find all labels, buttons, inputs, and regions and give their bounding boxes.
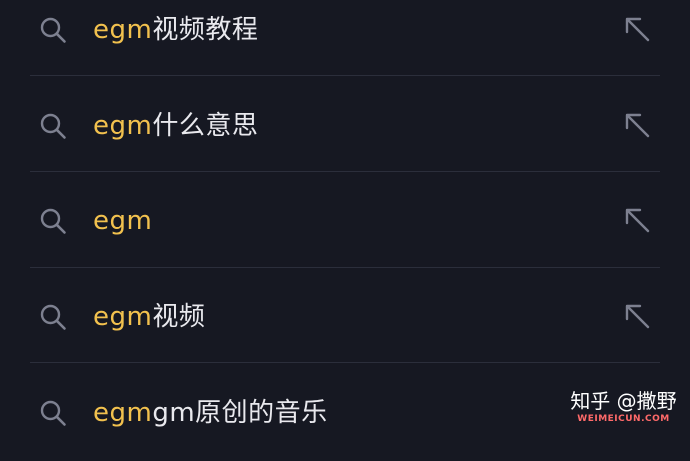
suggestion-match: egm <box>93 15 153 45</box>
suggestion-text: egmgm原创的音乐 <box>93 397 328 429</box>
watermark-author: 知乎 @撒野 <box>570 389 677 413</box>
suggestion-match: egm <box>93 302 153 332</box>
search-icon <box>40 113 66 139</box>
divider <box>30 75 660 76</box>
suggestion-item[interactable]: egm视频教程 <box>0 0 690 78</box>
suggestion-match: egm <box>93 111 153 141</box>
suggestion-rest: 视频教程 <box>152 15 259 45</box>
suggestion-text: egm视频 <box>93 301 205 333</box>
suggestion-rest: 什么意思 <box>152 111 259 141</box>
search-icon <box>40 304 66 330</box>
arrow-up-left-icon[interactable] <box>624 16 652 44</box>
arrow-up-left-icon[interactable] <box>624 207 652 235</box>
divider <box>30 267 660 268</box>
search-icon <box>40 17 66 43</box>
suggestion-item[interactable]: egm视频 <box>0 269 690 365</box>
suggestion-rest: 视频 <box>152 302 206 332</box>
watermark-site: WEIMEICUN.COM <box>577 414 670 424</box>
suggestion-match: egm <box>93 398 153 428</box>
suggestion-rest: gm原创的音乐 <box>152 398 328 428</box>
suggestion-match: egm <box>93 206 153 236</box>
divider <box>30 362 660 363</box>
search-icon <box>40 400 66 426</box>
suggestion-text: egm视频教程 <box>93 14 258 46</box>
arrow-up-left-icon[interactable] <box>624 303 652 331</box>
suggestion-item[interactable]: egm <box>0 173 690 269</box>
search-icon <box>40 208 66 234</box>
suggestion-text: egm什么意思 <box>93 110 258 142</box>
watermark: 知乎 @撒野 WEIMEICUN.COM <box>561 388 686 425</box>
arrow-up-left-icon[interactable] <box>624 112 652 140</box>
divider <box>30 171 660 172</box>
suggestion-item[interactable]: egm什么意思 <box>0 78 690 174</box>
suggestion-text: egm <box>93 205 152 237</box>
